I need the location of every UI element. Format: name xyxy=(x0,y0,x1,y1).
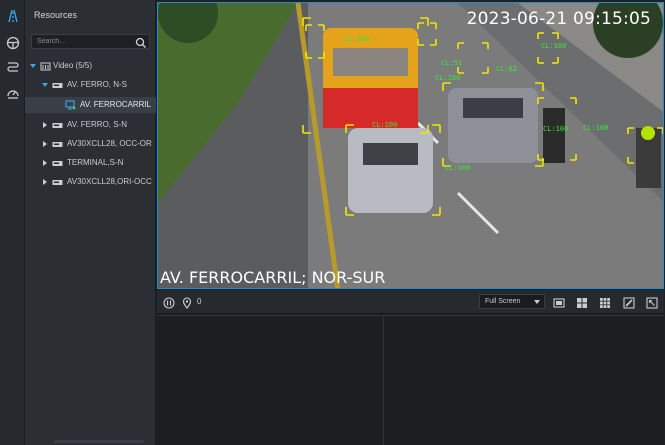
fullscreen-icon[interactable] xyxy=(646,296,658,309)
video-control-bar: 0 Full Screen xyxy=(157,290,664,314)
detection-label: CL:100 xyxy=(541,42,566,50)
dvr-icon xyxy=(52,120,63,130)
camera-icon xyxy=(65,100,76,110)
tree-item-label: Video (5/5) xyxy=(53,61,92,70)
detection-label: CL:51 xyxy=(441,59,462,67)
custom-layout-icon[interactable] xyxy=(623,296,635,309)
caret-right-icon[interactable] xyxy=(41,178,49,186)
pane-divider xyxy=(157,315,664,316)
pane-divider xyxy=(383,315,384,445)
resources-panel: Resources Video (5/5) AV. FERRO, N-S xyxy=(25,0,156,445)
steering-wheel-icon[interactable] xyxy=(2,32,23,53)
tree-item-label: AV. FERRO, N-S xyxy=(67,80,128,89)
panel-title: Resources xyxy=(34,10,78,20)
quad-layout-icon[interactable] xyxy=(576,296,588,308)
video-pane-grid xyxy=(157,315,664,445)
location-pin-icon[interactable] xyxy=(181,296,193,309)
tree-item-av-ferro-ns[interactable]: AV. FERRO, N-S xyxy=(25,77,156,93)
speed-gauge-icon[interactable] xyxy=(2,82,23,103)
detection-label: CL:100 xyxy=(372,121,397,129)
dvr-icon xyxy=(52,139,63,149)
video-window[interactable]: CL:100 CL:100 CL:51 CL:100 CL:82 CL:100 … xyxy=(157,2,664,289)
dvr-icon xyxy=(52,177,63,187)
caret-down-icon[interactable] xyxy=(29,62,37,70)
chevron-down-icon xyxy=(534,300,540,304)
dvr-icon xyxy=(52,80,63,90)
detection-label: CL:100 xyxy=(445,164,470,172)
tree-item-label: AV. FERRO, S-N xyxy=(67,120,128,129)
icon-rail xyxy=(0,0,25,445)
search-icon[interactable] xyxy=(135,36,147,48)
tree-item-label: AV. FERROCARRIL xyxy=(80,100,152,109)
tree-item-label: TERMINAL,S-N xyxy=(67,158,124,167)
detection-label: CL:100 xyxy=(583,124,608,132)
fullscreen-mode-select[interactable]: Full Screen xyxy=(479,294,545,309)
nine-layout-icon[interactable] xyxy=(599,296,611,308)
tree-item-av-ferrocarril-camera[interactable]: AV. FERROCARRIL xyxy=(25,97,156,113)
tree-item-av30xcll28-occ-or[interactable]: AV30XCLL28, OCC-OR xyxy=(25,136,156,152)
dvr-icon xyxy=(52,158,63,168)
road-monitor-icon[interactable] xyxy=(2,5,23,26)
single-layout-icon[interactable] xyxy=(553,296,565,308)
video-timestamp: 2023-06-21 09:15:05 xyxy=(466,9,651,29)
tree-item-video-group[interactable]: Video (5/5) xyxy=(25,58,156,74)
app-window: Resources Video (5/5) AV. FERRO, N-S xyxy=(0,0,665,445)
detection-label: CL:100 xyxy=(435,74,460,82)
camera-feed: CL:100 CL:100 CL:51 CL:100 CL:82 CL:100 … xyxy=(158,3,663,288)
pause-icon[interactable] xyxy=(163,296,175,309)
detection-label: CL:100 xyxy=(344,35,369,43)
caret-right-icon[interactable] xyxy=(41,140,49,148)
caret-down-icon[interactable] xyxy=(41,81,49,89)
search-input[interactable] xyxy=(32,35,132,48)
search-box xyxy=(31,34,150,49)
detection-label: CL:100 xyxy=(543,125,568,133)
fullscreen-select-label: Full Screen xyxy=(485,298,521,305)
camera-caption: AV. FERROCARRIL; NOR-SUR xyxy=(160,268,386,287)
caret-right-icon[interactable] xyxy=(41,121,49,129)
poi-count: 0 xyxy=(197,297,202,306)
horizontal-scrollbar[interactable] xyxy=(54,440,144,443)
caret-right-icon[interactable] xyxy=(41,159,49,167)
route-icon[interactable] xyxy=(2,56,23,77)
tree-item-label: AV30XCLL28,ORI-OCC xyxy=(67,177,152,186)
tree-item-label: AV30XCLL28, OCC-OR xyxy=(67,139,152,148)
tree-item-terminal-sn[interactable]: TERMINAL,S-N xyxy=(25,155,156,171)
video-group-icon xyxy=(40,61,51,71)
tree-item-av30xcll28-ori-occ[interactable]: AV30XCLL28,ORI-OCC xyxy=(25,174,156,190)
detection-label: CL:82 xyxy=(496,65,517,73)
tree-item-av-ferro-sn[interactable]: AV. FERRO, S-N xyxy=(25,117,156,133)
